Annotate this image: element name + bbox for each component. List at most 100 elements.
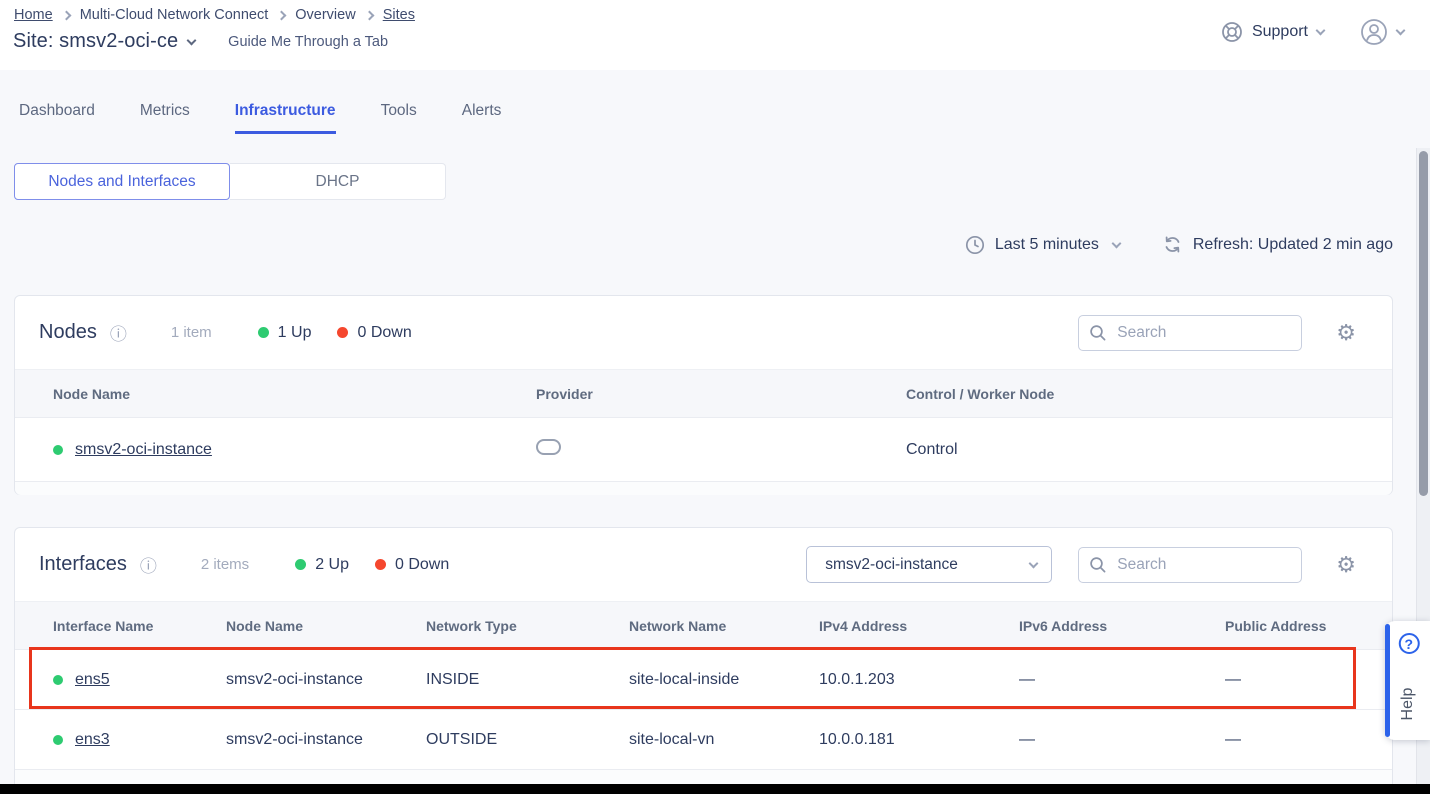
lifebuoy-icon [1221,21,1243,43]
interfaces-search-input[interactable] [1115,555,1275,575]
interface-name-link[interactable]: ens5 [75,671,110,689]
chevron-right-icon [277,11,287,21]
nodes-panel: Nodes ⓘ 1 item 1 Up 0 Down ⚙ Node Name P… [14,295,1393,495]
nodes-settings-gear-icon[interactable]: ⚙ [1336,322,1356,344]
interfaces-table-header: Interface Name Node Name Network Type Ne… [15,601,1392,649]
main-tabs: Dashboard Metrics Infrastructure Tools A… [19,102,501,134]
nodes-search-input[interactable] [1115,323,1275,343]
user-avatar-icon [1360,18,1388,46]
sub-tabs: Nodes and Interfaces DHCP [14,163,446,200]
interfaces-search-box[interactable] [1078,547,1302,583]
nodes-status-summary: 1 Up 0 Down [258,324,412,342]
interfaces-up-count: 2 Up [315,556,349,574]
page-header: Home Multi-Cloud Network Connect Overvie… [0,0,1430,70]
chevron-down-icon [1029,558,1039,568]
refresh-icon [1162,234,1183,255]
info-icon[interactable]: ⓘ [140,552,157,577]
site-dropdown-chevron-icon[interactable] [187,35,197,45]
interfaces-settings-gear-icon[interactable]: ⚙ [1336,554,1356,576]
cell-network-name: site-local-inside [629,671,819,689]
header-actions: Support [1221,18,1404,46]
info-icon[interactable]: ⓘ [110,320,127,345]
nodes-table-header: Node Name Provider Control / Worker Node [15,369,1392,417]
cell-public: — [1225,671,1392,689]
breadcrumb: Home Multi-Cloud Network Connect Overvie… [14,7,415,23]
search-icon [1089,324,1107,342]
down-status-dot [375,559,386,570]
chevron-down-icon [1316,26,1326,36]
up-status-dot [295,559,306,570]
nodes-table-footer [15,481,1392,495]
clock-icon [965,235,985,255]
col-ipv6-address: IPv6 Address [1019,618,1225,634]
down-status-dot [337,327,348,338]
guide-me-link[interactable]: Guide Me Through a Tab [228,34,388,50]
refresh-button[interactable]: Refresh: Updated 2 min ago [1162,234,1393,255]
vertical-scrollbar-thumb[interactable] [1419,151,1428,496]
breadcrumb-home[interactable]: Home [14,7,53,23]
nodes-panel-header: Nodes ⓘ 1 item 1 Up 0 Down ⚙ [15,296,1392,369]
node-role-value: Control [906,441,1392,459]
breadcrumb-sites[interactable]: Sites [383,7,415,23]
nodes-up-count: 1 Up [278,324,312,342]
col-node-name: Node Name [53,386,536,402]
account-menu[interactable] [1360,18,1404,46]
refresh-status-text: Refresh: Updated 2 min ago [1193,236,1393,254]
interface-row-ens3: ens3 smsv2-oci-instance OUTSIDE site-loc… [15,709,1392,769]
support-menu[interactable]: Support [1221,21,1324,43]
interfaces-item-count: 2 items [201,556,249,573]
interfaces-status-summary: 2 Up 0 Down [295,556,449,574]
cell-ipv4: 10.0.0.181 [819,731,1019,749]
refresh-toolbar: Last 5 minutes Refresh: Updated 2 min ag… [965,234,1393,255]
node-status-dot [53,445,63,455]
tab-tools[interactable]: Tools [381,102,417,134]
interface-row-ens5: ens5 smsv2-oci-instance INSIDE site-loca… [15,649,1392,709]
col-node-name: Node Name [226,618,426,634]
nodes-table-row: smsv2-oci-instance Control [15,417,1392,481]
col-control-worker: Control / Worker Node [906,386,1392,402]
cell-ipv6: — [1019,731,1225,749]
nodes-down-count: 0 Down [357,324,411,342]
cell-network-type: INSIDE [426,671,629,689]
time-range-selector[interactable]: Last 5 minutes [965,235,1120,255]
help-accent-bar [1385,624,1390,737]
oracle-provider-icon [536,439,561,455]
page-title: Site: smsv2-oci-ce [13,30,178,53]
col-provider: Provider [536,386,906,402]
chevron-down-icon [1396,26,1406,36]
chevron-right-icon [364,11,374,21]
breadcrumb-mcn[interactable]: Multi-Cloud Network Connect [80,7,269,23]
cell-network-type: OUTSIDE [426,731,629,749]
node-name-link[interactable]: smsv2-oci-instance [75,441,212,459]
search-icon [1089,556,1107,574]
chevron-down-icon [1111,238,1121,248]
interfaces-panel-header: Interfaces ⓘ 2 items 2 Up 0 Down smsv2-o… [15,528,1392,601]
interface-name-link[interactable]: ens3 [75,731,110,749]
title-row: Site: smsv2-oci-ce Guide Me Through a Ta… [13,30,388,53]
help-tab[interactable]: ? Help [1385,621,1430,740]
bottom-black-bar [0,784,1430,794]
cell-node-name: smsv2-oci-instance [226,731,426,749]
tab-infrastructure[interactable]: Infrastructure [235,102,336,134]
cell-public: — [1225,731,1392,749]
col-public-address: Public Address [1225,618,1392,634]
nodes-search-box[interactable] [1078,315,1302,351]
subtab-dhcp[interactable]: DHCP [230,163,446,200]
support-label: Support [1252,23,1308,41]
help-label: Help [1399,688,1417,721]
node-filter-value: smsv2-oci-instance [825,556,958,574]
col-network-type: Network Type [426,618,629,634]
tab-dashboard[interactable]: Dashboard [19,102,95,134]
interfaces-title: Interfaces [39,553,127,576]
node-filter-dropdown[interactable]: smsv2-oci-instance [806,546,1052,583]
interface-status-dot [53,675,63,685]
up-status-dot [258,327,269,338]
interfaces-panel: Interfaces ⓘ 2 items 2 Up 0 Down smsv2-o… [14,527,1393,789]
breadcrumb-overview[interactable]: Overview [295,7,355,23]
nodes-title: Nodes [39,321,97,344]
cell-node-name: smsv2-oci-instance [226,671,426,689]
tab-metrics[interactable]: Metrics [140,102,190,134]
subtab-nodes-and-interfaces[interactable]: Nodes and Interfaces [14,163,230,200]
tab-alerts[interactable]: Alerts [462,102,502,134]
cell-ipv6: — [1019,671,1225,689]
